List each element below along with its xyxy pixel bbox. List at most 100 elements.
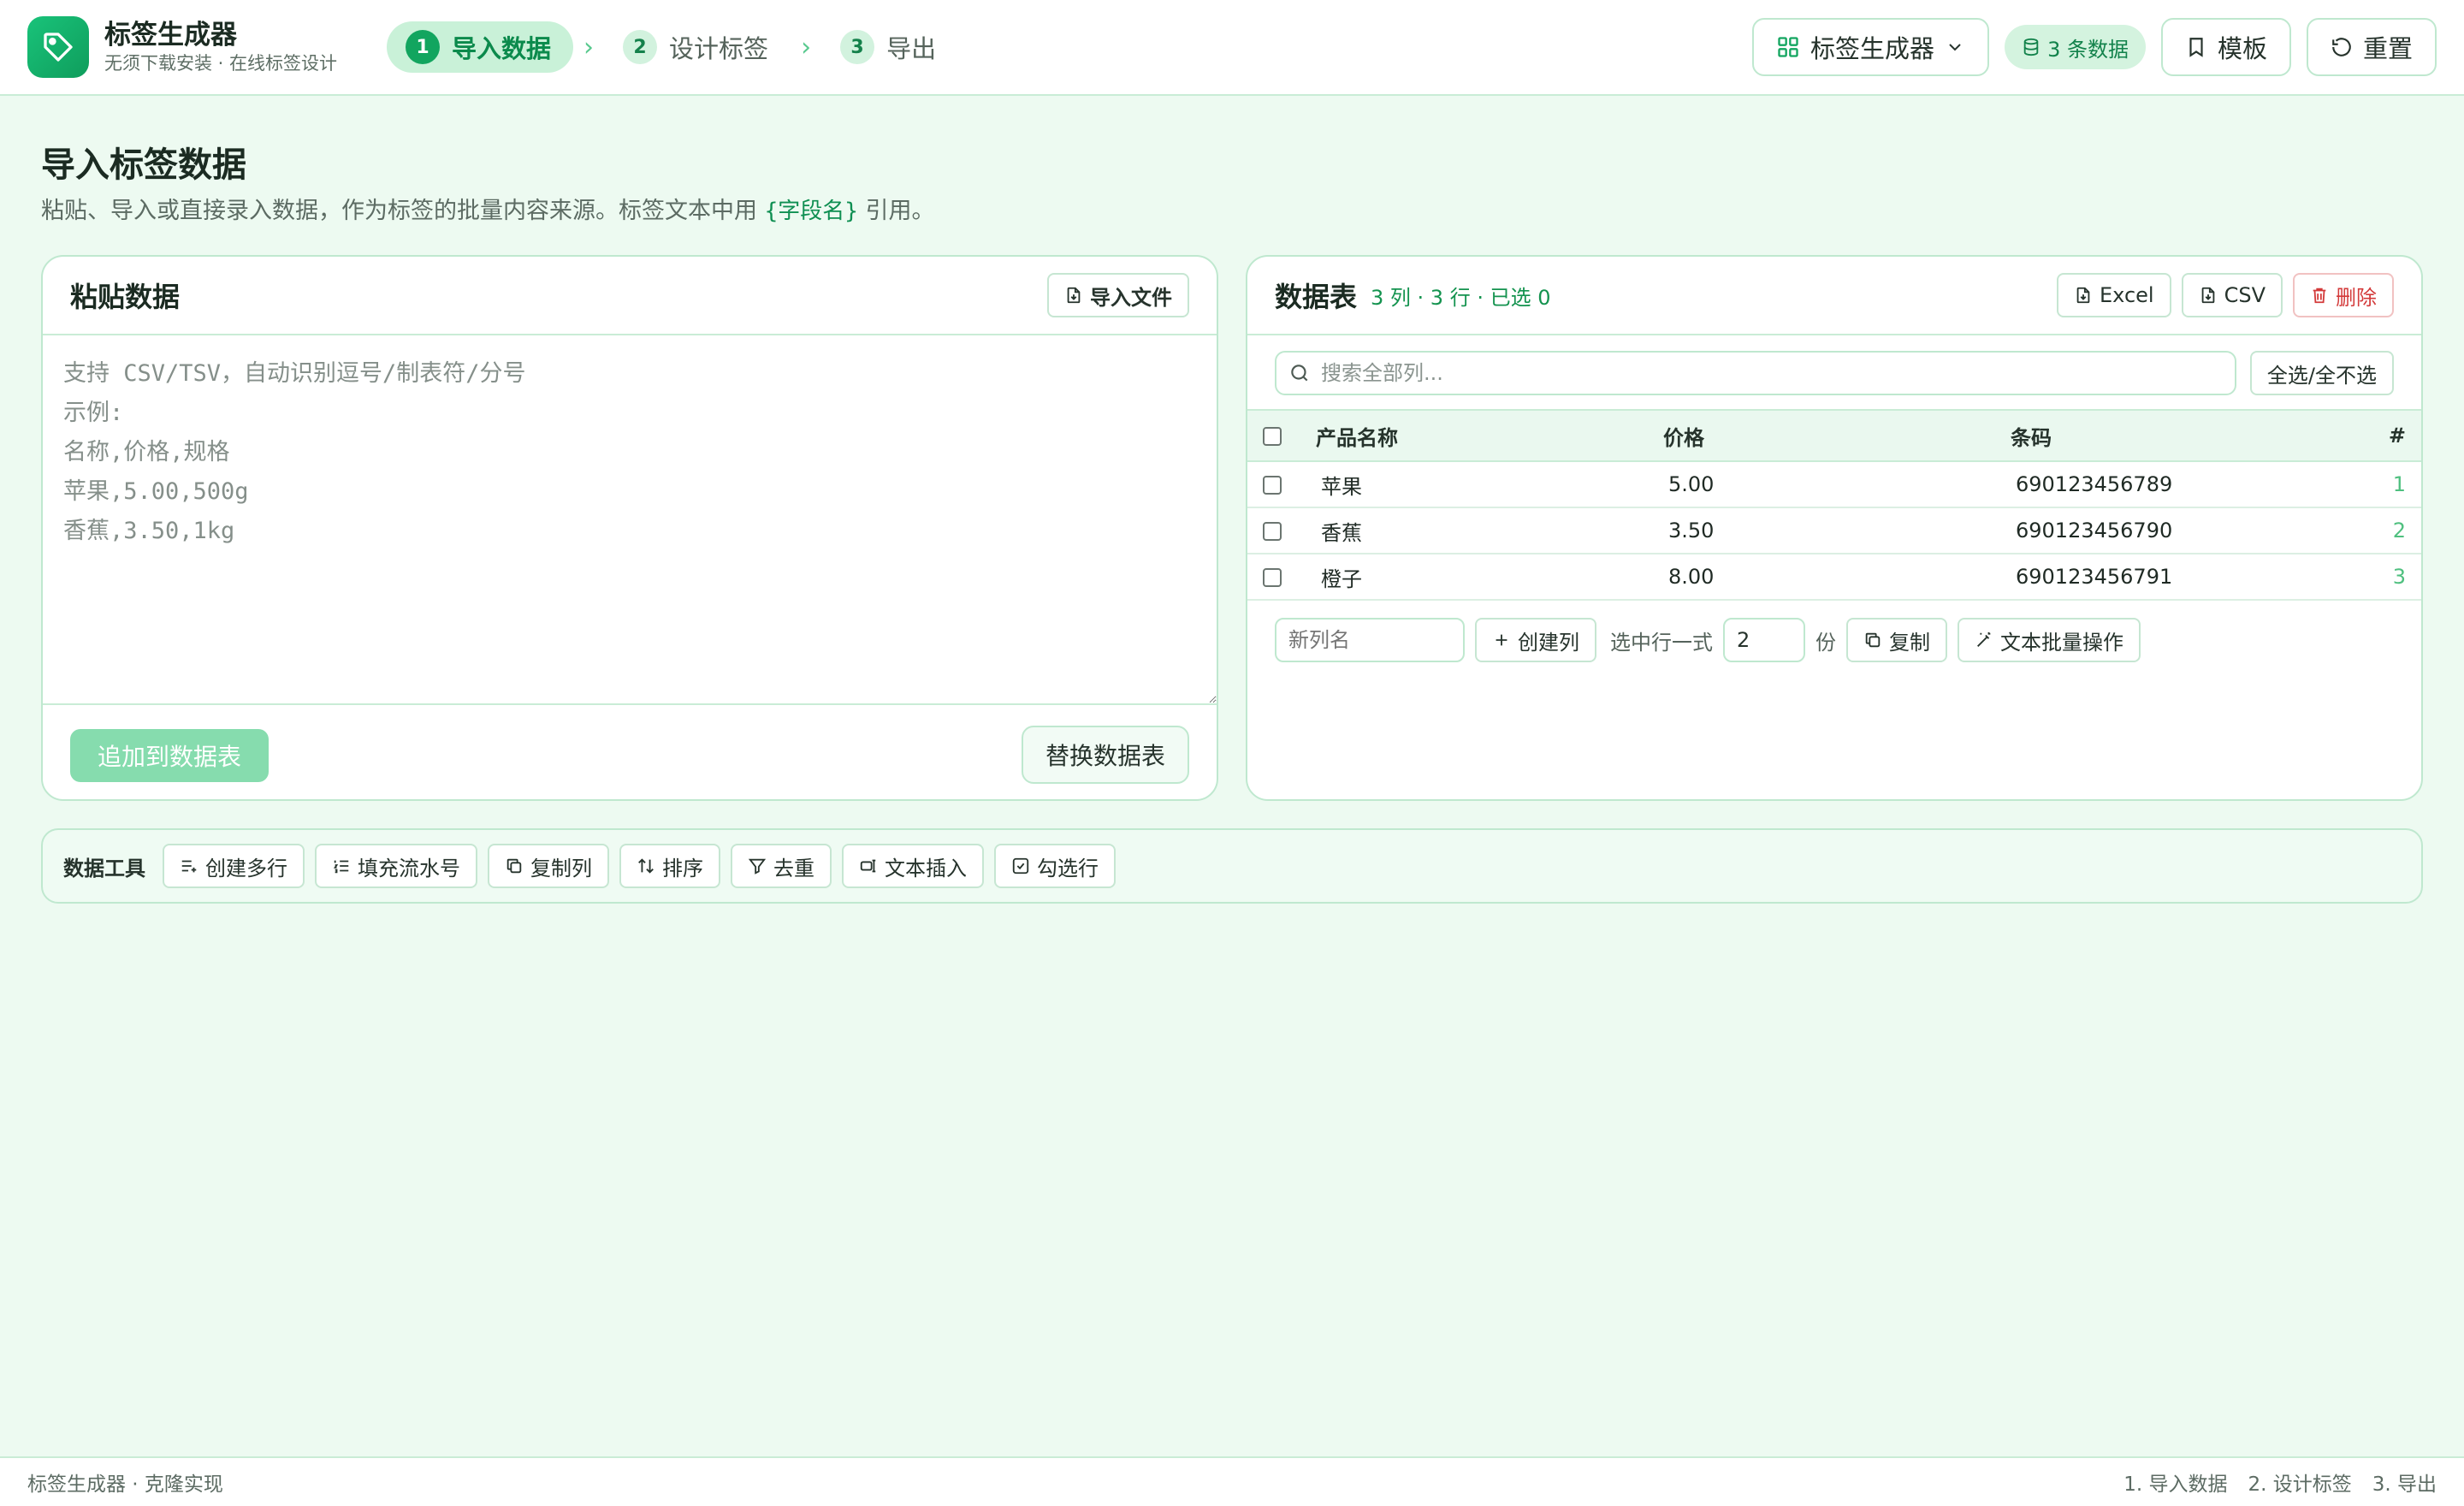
- tool-label: 排序: [662, 856, 703, 880]
- step-nav: 1 导入数据 › 2 设计标签 › 3 导出: [387, 21, 958, 73]
- cell-name[interactable]: 苹果: [1316, 461, 1663, 507]
- new-column-input[interactable]: [1275, 618, 1465, 662]
- paste-textarea[interactable]: [43, 335, 1217, 705]
- table-actions: Excel CSV 删除: [2057, 273, 2394, 317]
- column-header[interactable]: 产品名称: [1316, 410, 1663, 461]
- table-card-title: 数据表: [1275, 281, 1358, 313]
- app-switcher-label: 标签生成器: [1810, 34, 1935, 63]
- footer-link-import[interactable]: 1. 导入数据: [2123, 1467, 2227, 1497]
- rotate-ccw-icon: [2331, 36, 2353, 58]
- dedupe-button[interactable]: 去重: [731, 844, 832, 888]
- step-number: 3: [840, 30, 875, 64]
- fill-serial-button[interactable]: 填充流水号: [315, 844, 477, 888]
- grid-icon: [1776, 35, 1800, 59]
- app-switcher-button[interactable]: 标签生成器: [1752, 18, 1990, 76]
- copy-icon: [505, 857, 524, 875]
- row-checkbox[interactable]: [1263, 522, 1282, 541]
- select-all-cell: [1247, 410, 1316, 461]
- header-actions: 标签生成器 3 条数据 模板 重置: [1752, 18, 2437, 76]
- row-select-cell: [1247, 507, 1316, 554]
- data-count-text: 3 条数据: [2047, 37, 2129, 62]
- step-label: 设计标签: [669, 34, 769, 63]
- footer-link-export[interactable]: 3. 导出: [2372, 1467, 2437, 1497]
- check-rows-button[interactable]: 勾选行: [994, 844, 1116, 888]
- cell-price[interactable]: 5.00: [1663, 461, 2011, 507]
- trash-icon: [2310, 286, 2329, 305]
- create-rows-button[interactable]: 创建多行: [163, 844, 305, 888]
- field-syntax: {字段名}: [764, 199, 858, 224]
- batch-text-button[interactable]: 文本批量操作: [1958, 618, 2141, 662]
- copy-column-button[interactable]: 复制列: [488, 844, 609, 888]
- import-file-button[interactable]: 导入文件: [1047, 273, 1189, 317]
- table-row[interactable]: 苹果 5.00 690123456789 1: [1247, 461, 2421, 507]
- table-meta: 3 列 · 3 行 · 已选 0: [1371, 285, 1551, 310]
- cell-barcode[interactable]: 690123456790: [2011, 507, 2353, 554]
- create-column-button[interactable]: 创建列: [1475, 618, 1596, 662]
- column-header[interactable]: 价格: [1663, 410, 2011, 461]
- cell-barcode[interactable]: 690123456791: [2011, 554, 2353, 600]
- copy-icon: [1863, 631, 1882, 649]
- row-checkbox[interactable]: [1263, 476, 1282, 495]
- create-column-label: 创建列: [1518, 630, 1579, 655]
- step-design-label[interactable]: 2 设计标签: [604, 21, 791, 73]
- app-name: 标签生成器: [104, 20, 237, 50]
- excel-label: Excel: [2100, 283, 2154, 307]
- cell-name[interactable]: 香蕉: [1316, 507, 1663, 554]
- step-import-data[interactable]: 1 导入数据: [387, 21, 574, 73]
- table-card-header: 数据表 3 列 · 3 行 · 已选 0 Excel CSV 删除: [1247, 257, 2421, 335]
- replace-table-button[interactable]: 替换数据表: [1021, 726, 1189, 784]
- data-table: 产品名称 价格 条码 # 苹果 5.00 690123456789 1 香蕉 3…: [1247, 409, 2421, 601]
- cell-price[interactable]: 8.00: [1663, 554, 2011, 600]
- paste-data-card: 粘贴数据 导入文件 追加到数据表 替换数据表: [41, 255, 1218, 801]
- delete-button[interactable]: 删除: [2293, 273, 2394, 317]
- list-ordered-icon: [332, 857, 351, 875]
- copies-suffix: 份: [1815, 630, 1836, 655]
- copy-rows-button[interactable]: 复制: [1846, 618, 1947, 662]
- database-icon: [2022, 38, 2040, 56]
- sort-arrows-icon: [637, 857, 655, 875]
- text-insert-button[interactable]: 文本插入: [842, 844, 984, 888]
- reset-label: 重置: [2362, 34, 2413, 63]
- app-header: 标签生成器 无须下载安装 · 在线标签设计 1 导入数据 › 2 设计标签 › …: [0, 0, 2464, 96]
- app-footer: 标签生成器 · 克隆实现 1. 导入数据 2. 设计标签 3. 导出: [0, 1456, 2464, 1506]
- table-row[interactable]: 橙子 8.00 690123456791 3: [1247, 554, 2421, 600]
- step-export[interactable]: 3 导出: [821, 21, 958, 73]
- column-header[interactable]: 条码: [2011, 410, 2353, 461]
- row-index: 2: [2392, 519, 2406, 543]
- cell-barcode[interactable]: 690123456789: [2011, 461, 2353, 507]
- copies-prefix: 选中行一式: [1610, 630, 1713, 655]
- tag-logo-icon: [27, 16, 89, 78]
- append-to-table-button[interactable]: 追加到数据表: [70, 729, 270, 782]
- batch-text-label: 文本批量操作: [2000, 630, 2123, 655]
- desc-prefix: 粘贴、导入或直接录入数据，作为标签的批量内容来源。标签文本中用: [41, 198, 757, 224]
- sort-button[interactable]: 排序: [619, 844, 720, 888]
- templates-label: 模板: [2217, 34, 2267, 63]
- data-count-badge: 3 条数据: [2005, 25, 2146, 69]
- templates-button[interactable]: 模板: [2160, 18, 2291, 76]
- select-all-button[interactable]: 全选/全不选: [2249, 351, 2394, 395]
- step-number: 2: [623, 30, 658, 64]
- search-input[interactable]: [1321, 361, 2223, 385]
- chevron-down-icon: [1945, 37, 1965, 57]
- file-export-icon: [2074, 286, 2093, 305]
- row-checkbox[interactable]: [1263, 568, 1282, 587]
- select-all-checkbox[interactable]: [1263, 427, 1282, 446]
- data-tools-bar: 数据工具 创建多行 填充流水号 复制列 排序 去重 文本插入 勾选行: [41, 828, 2423, 904]
- reset-button[interactable]: 重置: [2306, 18, 2437, 76]
- cell-name[interactable]: 橙子: [1316, 554, 1663, 600]
- footer-link-design[interactable]: 2. 设计标签: [2248, 1467, 2351, 1497]
- search-icon: [1288, 362, 1311, 384]
- table-row[interactable]: 香蕉 3.50 690123456790 2: [1247, 507, 2421, 554]
- page-description: 粘贴、导入或直接录入数据，作为标签的批量内容来源。标签文本中用 {字段名} 引用…: [41, 192, 935, 225]
- export-excel-button[interactable]: Excel: [2057, 273, 2171, 317]
- row-index: 3: [2392, 565, 2406, 589]
- brand: 标签生成器 无须下载安装 · 在线标签设计: [104, 19, 337, 75]
- data-tools-label: 数据工具: [63, 856, 145, 880]
- cell-price[interactable]: 3.50: [1663, 507, 2011, 554]
- row-select-cell: [1247, 554, 1316, 600]
- paste-card-title: 粘贴数据: [70, 281, 181, 313]
- filter-icon: [748, 857, 767, 875]
- copies-input[interactable]: 2: [1723, 618, 1805, 662]
- row-select-cell: [1247, 461, 1316, 507]
- export-csv-button[interactable]: CSV: [2181, 273, 2283, 317]
